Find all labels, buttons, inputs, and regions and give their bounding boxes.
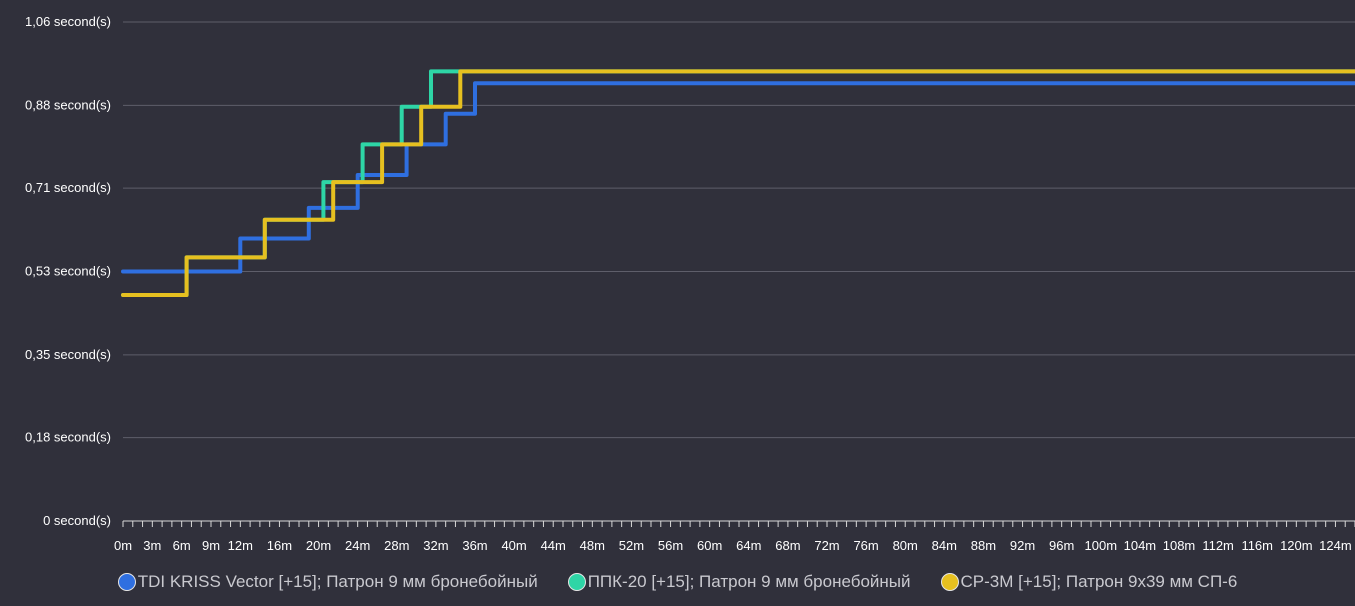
x-tick-label: 52m — [619, 538, 644, 553]
x-tick-label: 104m — [1124, 538, 1157, 553]
x-tick-label: 116m — [1241, 538, 1273, 553]
x-tick-label: 48m — [580, 538, 605, 553]
legend-label: ППК-20 [+15]; Патрон 9 мм бронебойный — [587, 572, 911, 591]
chart-area: 0 second(s) 0,18 second(s) 0,35 second(s) 0… — [0, 0, 1355, 601]
x-tick-label: 56m — [658, 538, 683, 553]
x-tick-label: 88m — [971, 538, 996, 553]
legend-marker — [567, 573, 586, 591]
x-tick-label: 20m — [306, 538, 331, 553]
x-tick-label: 108m — [1163, 538, 1196, 553]
x-tick-label: 6m — [173, 538, 191, 553]
y-tick-label: 0,53 second(s) — [25, 264, 111, 279]
x-tick-label: 36m — [462, 538, 487, 553]
x-tick-label: 96m — [1049, 538, 1074, 553]
x-tick-label: 40m — [501, 538, 526, 553]
x-tick-label: 68m — [775, 538, 800, 553]
legend-item-1[interactable]: TDI KRISS Vector [+15]; Патрон 9 мм брон… — [117, 572, 538, 592]
x-tick-label: 80m — [893, 538, 918, 553]
y-tick-label: 1,06 second(s) — [25, 14, 111, 29]
x-tick-label: 32m — [423, 538, 448, 553]
line-chart: 0 second(s) 0,18 second(s) 0,35 second(s) 0… — [25, 14, 1355, 553]
legend-label: СР-3М [+15]; Патрон 9x39 мм СП-6 — [960, 572, 1238, 591]
legend-marker — [940, 573, 959, 591]
x-tick-label: 0m — [114, 538, 132, 553]
y-tick-label: 0,71 second(s) — [25, 180, 111, 195]
x-tick-label: 72m — [814, 538, 839, 553]
x-tick-label: 9m — [202, 538, 220, 553]
x-tick-label: 120m — [1280, 538, 1313, 553]
y-tick-label: 0,88 second(s) — [25, 97, 111, 112]
x-tick-label: 64m — [736, 538, 761, 553]
x-tick-label: 124m — [1319, 538, 1352, 553]
series-line-1 — [121, 81, 1355, 274]
legend-item-2[interactable]: ППК-20 [+15]; Патрон 9 мм бронебойный — [567, 572, 911, 592]
legend-item-3[interactable]: СР-3М [+15]; Патрон 9x39 мм СП-6 — [940, 572, 1238, 592]
x-tick-label: 60m — [697, 538, 722, 553]
y-tick-label: 0,35 second(s) — [25, 347, 111, 362]
y-tick-label: 0 second(s) — [43, 513, 111, 528]
x-tick-label: 44m — [541, 538, 566, 553]
x-tick-label: 3m — [143, 538, 161, 553]
legend-marker — [117, 573, 136, 591]
y-tick-label: 0,18 second(s) — [25, 430, 111, 445]
x-tick-label: 76m — [853, 538, 878, 553]
x-tick-label: 28m — [384, 538, 409, 553]
legend-label: TDI KRISS Vector [+15]; Патрон 9 мм брон… — [137, 572, 538, 591]
x-tick-label: 112m — [1202, 538, 1234, 553]
x-tick-label: 84m — [932, 538, 957, 553]
x-tick-label: 16m — [267, 538, 292, 553]
x-tick-label: 100m — [1085, 538, 1118, 553]
legend: TDI KRISS Vector [+15]; Патрон 9 мм брон… — [0, 568, 1355, 596]
x-tick-label: 12m — [228, 538, 253, 553]
x-tick-label: 92m — [1010, 538, 1035, 553]
x-tick-label: 24m — [345, 538, 370, 553]
